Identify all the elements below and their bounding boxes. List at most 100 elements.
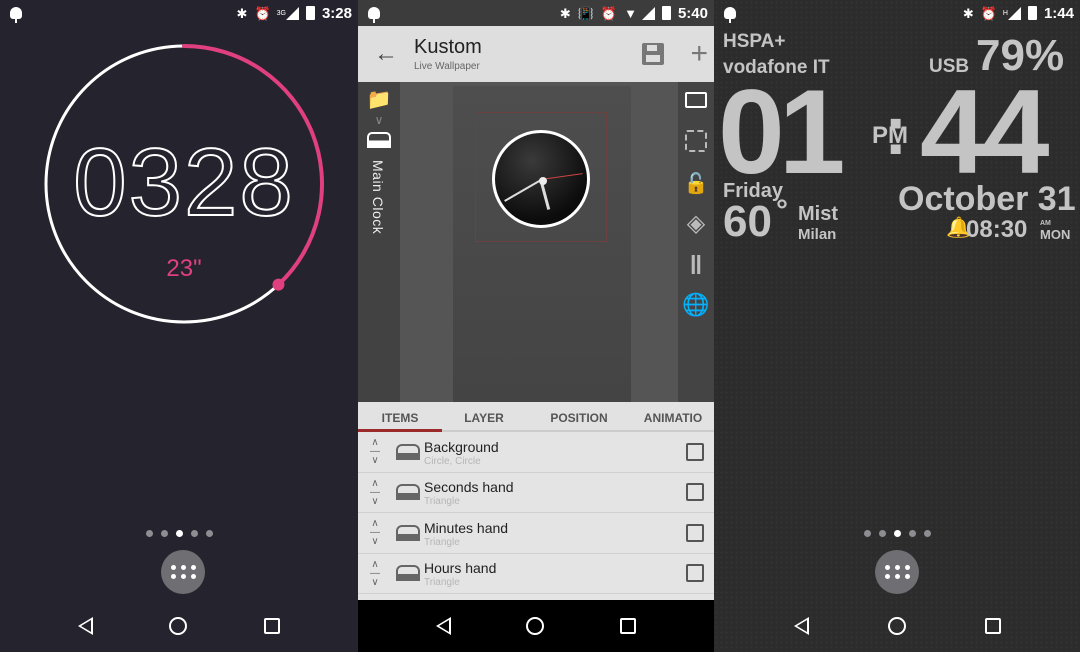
app-drawer-button[interactable] <box>875 550 919 594</box>
item-checkbox[interactable] <box>686 483 704 502</box>
alarm-day: MON <box>1040 227 1071 242</box>
apps-grid-icon <box>170 565 176 570</box>
tray-icon <box>396 484 420 501</box>
signal-icon <box>1007 6 1021 20</box>
weather-condition: Mist <box>798 203 838 225</box>
degree-symbol: ° <box>776 194 788 227</box>
app-subtitle: Live Wallpaper <box>414 61 480 72</box>
focus-icon[interactable] <box>685 130 707 152</box>
page-dot[interactable] <box>863 530 871 537</box>
nav-home-button[interactable] <box>169 617 188 635</box>
item-title: Seconds hand <box>424 479 514 496</box>
battery-charging-icon <box>1027 6 1037 20</box>
list-item[interactable]: ∧ — ∨ Minutes hand Triangle <box>358 513 714 554</box>
list-item[interactable]: ∧ — ∨ Background Circle, Circle <box>358 432 714 473</box>
page-dot[interactable] <box>190 530 198 537</box>
alarm-icon: ⏰ <box>980 5 997 21</box>
page-dot[interactable] <box>923 530 931 537</box>
signal-icon <box>285 6 299 20</box>
item-checkbox[interactable] <box>686 523 704 542</box>
app-drawer-button[interactable] <box>161 550 205 594</box>
nav-back-button[interactable] <box>78 617 94 635</box>
alarm-icon: ⏰ <box>600 5 618 21</box>
item-subtitle: Circle, Circle <box>424 455 481 467</box>
status-bar: ✱ ⏰ 3G 3:28 <box>0 0 358 26</box>
bluetooth-icon: ✱ <box>962 5 974 21</box>
tab-animation[interactable]: ANIMATIO <box>632 402 714 430</box>
nav-recents-button[interactable] <box>620 618 637 634</box>
folder-icon[interactable]: 📁 <box>367 90 392 110</box>
navigation-bar <box>714 600 1080 652</box>
module-label[interactable]: Main Clock <box>370 160 386 234</box>
item-checkbox[interactable] <box>686 564 704 583</box>
page-dot-active[interactable] <box>175 530 183 537</box>
tab-bar: ITEMS LAYER POSITION ANIMATIO <box>358 402 714 432</box>
tray-icon[interactable] <box>367 132 391 148</box>
clock-preview[interactable] <box>492 130 590 228</box>
alarm-time[interactable]: 08:30 <box>966 218 1027 242</box>
nav-recents-button[interactable] <box>263 618 280 634</box>
reorder-icon[interactable]: ∧ — ∨ <box>358 478 392 506</box>
reorder-icon[interactable]: ∧ — ∨ <box>358 438 392 466</box>
nav-home-button[interactable] <box>887 617 906 635</box>
page-dot[interactable] <box>878 530 886 537</box>
kustom-editor-screen: ✱ 📳 ⏰ ▼ 5:40 ← Kustom Live Wallpaper + 📁… <box>358 0 714 652</box>
tray-icon <box>396 443 420 460</box>
clock-minute[interactable]: 44 <box>920 72 1049 192</box>
clock-hour[interactable]: 01 <box>718 72 846 192</box>
item-subtitle: Triangle <box>424 496 460 508</box>
status-time: 5:40 <box>677 4 708 22</box>
nav-back-button[interactable] <box>793 617 809 635</box>
seconds-hand <box>540 173 583 180</box>
tab-layer[interactable]: LAYER <box>442 402 526 430</box>
nav-recents-button[interactable] <box>984 618 1001 634</box>
status-bar: ✱ 📳 ⏰ ▼ 5:40 <box>358 0 714 26</box>
page-dot[interactable] <box>160 530 168 537</box>
page-dot[interactable] <box>145 530 153 537</box>
chevron-down-icon[interactable]: ∨ <box>375 114 384 126</box>
reorder-icon[interactable]: ∧ — ∨ <box>358 559 392 587</box>
unlock-icon[interactable]: 🔓 <box>684 174 709 194</box>
timer-screen: ✱ ⏰ 3G 3:28 0328 23" <box>0 0 358 652</box>
page-dot[interactable] <box>908 530 916 537</box>
nav-home-button[interactable] <box>526 617 545 635</box>
navigation-bar <box>0 600 358 652</box>
list-item[interactable]: ∧ — ∨ Seconds hand Triangle <box>358 473 714 513</box>
item-title: Minutes hand <box>424 519 509 536</box>
network-type: HSPA+ <box>723 31 786 52</box>
tab-items[interactable]: ITEMS <box>358 402 442 432</box>
page-indicator <box>714 530 1080 537</box>
globe-lock-icon[interactable]: 🌐 <box>682 294 709 316</box>
reorder-icon[interactable]: ∧ — ∨ <box>358 519 392 547</box>
date[interactable]: October 31 <box>898 182 1076 216</box>
status-time: 3:28 <box>321 4 352 22</box>
clock-widget-screen: ✱ ⏰ H 1:44 HSPA+ vodafone IT USB 79% 01 … <box>714 0 1080 652</box>
right-toolbar: 🔓 ◈ ‖ 🌐 <box>678 82 714 402</box>
item-title: Background <box>424 438 499 455</box>
weather-city: Milan <box>798 226 837 243</box>
left-toolbar: 📁 ∨ Main Clock <box>358 82 400 402</box>
monitor-icon[interactable] <box>685 92 707 108</box>
tray-icon <box>396 524 420 541</box>
battery-charging-icon <box>305 6 315 20</box>
arrow-back-icon[interactable]: ← <box>358 40 414 68</box>
tray-icon <box>396 565 420 582</box>
list-item[interactable]: ∧ — ∨ Hours hand Triangle <box>358 554 714 594</box>
app-title: Kustom <box>414 36 482 58</box>
navigation-bar <box>358 600 714 652</box>
page-dot[interactable] <box>205 530 213 537</box>
layers-icon[interactable]: ◈ <box>687 212 705 236</box>
tab-position[interactable]: POSITION <box>526 402 632 430</box>
android-icon <box>368 7 380 23</box>
item-subtitle: Triangle <box>424 577 460 589</box>
nav-back-button[interactable] <box>435 617 451 635</box>
plus-icon[interactable]: + <box>690 37 708 71</box>
editor-preview-area: 📁 ∨ Main Clock 🔓 ◈ ‖ 🌐 <box>358 82 714 402</box>
wifi-icon: ▼ <box>624 5 637 21</box>
pause-icon[interactable]: ‖ <box>690 252 703 278</box>
save-icon[interactable] <box>642 43 665 65</box>
item-checkbox[interactable] <box>686 442 704 461</box>
page-dot-active[interactable] <box>893 530 901 537</box>
timer-seconds: 23" <box>166 255 202 282</box>
android-icon <box>724 7 736 23</box>
